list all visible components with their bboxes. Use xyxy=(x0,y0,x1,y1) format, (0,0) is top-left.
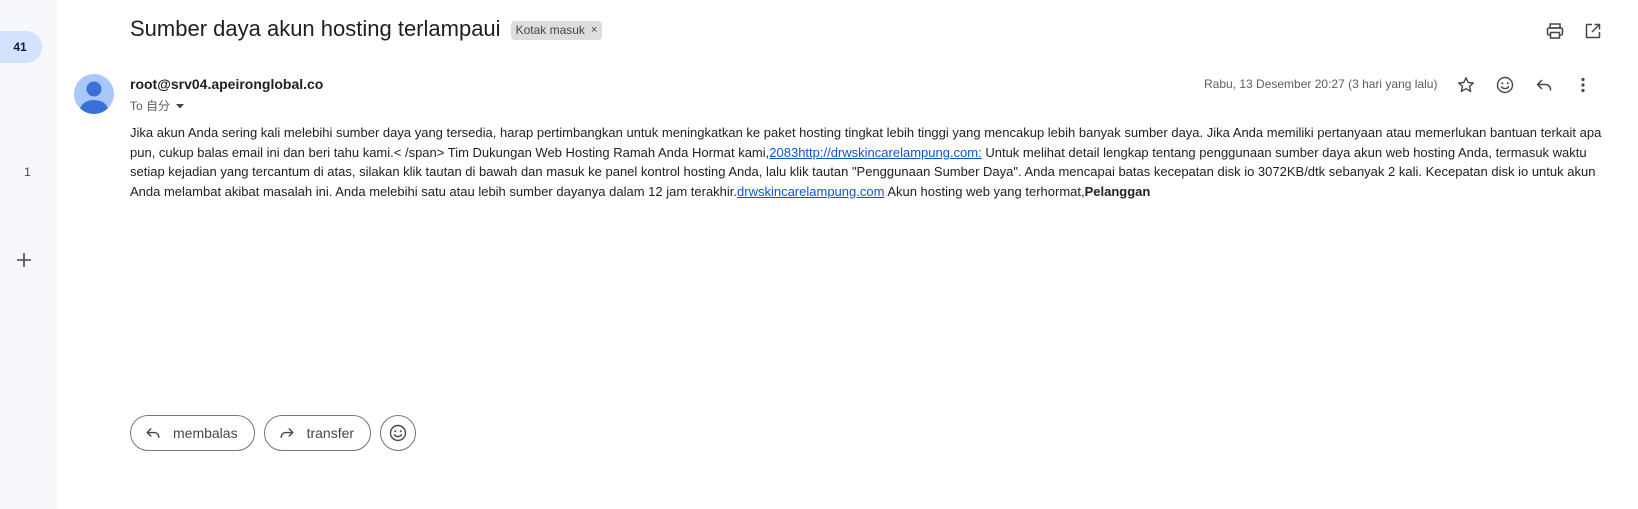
left-rail: 41 1 xyxy=(0,0,57,509)
body-text-part3: Akun hosting web yang terhormat, xyxy=(884,183,1085,199)
emoji-icon[interactable] xyxy=(1494,74,1516,96)
reply-button-label: membalas xyxy=(173,425,238,441)
inbox-unread-count[interactable]: 41 xyxy=(0,31,42,63)
caret-down-icon xyxy=(176,103,185,108)
sender-address[interactable]: root@srv04.apeironglobal.co xyxy=(130,76,323,92)
sender-avatar[interactable] xyxy=(74,74,114,114)
email-date: Rabu, 13 Desember 20:27 (3 hari yang lal… xyxy=(1204,77,1438,91)
message-actions xyxy=(1455,74,1594,96)
secondary-count[interactable]: 1 xyxy=(0,165,55,179)
reply-actions: membalas transfer xyxy=(130,415,417,451)
body-link-1[interactable]: 2083http://drwskincarelampung.com: xyxy=(769,145,981,160)
forward-button[interactable]: transfer xyxy=(263,415,372,451)
star-icon[interactable] xyxy=(1455,74,1477,96)
email-subject: Sumber daya akun hosting terlampaui xyxy=(130,16,501,41)
forward-button-label: transfer xyxy=(306,425,355,441)
print-icon[interactable] xyxy=(1544,20,1566,42)
emoji-icon xyxy=(389,424,407,442)
subject-row: Sumber daya akun hosting terlampaui Kota… xyxy=(130,16,603,42)
body-link-2[interactable]: drwskincarelampung.com xyxy=(737,184,884,199)
remove-label-icon[interactable]: × xyxy=(591,24,597,36)
label-chip-text: Kotak masuk xyxy=(515,23,585,37)
emoji-reaction-button[interactable] xyxy=(380,415,417,451)
top-actions xyxy=(1544,20,1604,42)
body-bold-text: Pelanggan xyxy=(1084,183,1151,199)
more-vert-icon[interactable] xyxy=(1572,74,1594,96)
open-in-new-icon[interactable] xyxy=(1582,20,1604,42)
plus-icon[interactable] xyxy=(12,248,36,272)
recipient-text: To 自分 xyxy=(130,99,171,113)
forward-icon xyxy=(280,428,294,438)
email-view: Sumber daya akun hosting terlampaui Kota… xyxy=(57,0,1638,509)
email-body: Jika akun Anda sering kali melebihi sumb… xyxy=(130,123,1620,201)
recipient-line[interactable]: To 自分 xyxy=(130,97,186,114)
label-chip: Kotak masuk × xyxy=(510,20,603,40)
reply-icon[interactable] xyxy=(1533,74,1555,96)
reply-icon xyxy=(146,428,160,438)
person-icon xyxy=(80,81,108,114)
reply-button[interactable]: membalas xyxy=(130,415,255,451)
